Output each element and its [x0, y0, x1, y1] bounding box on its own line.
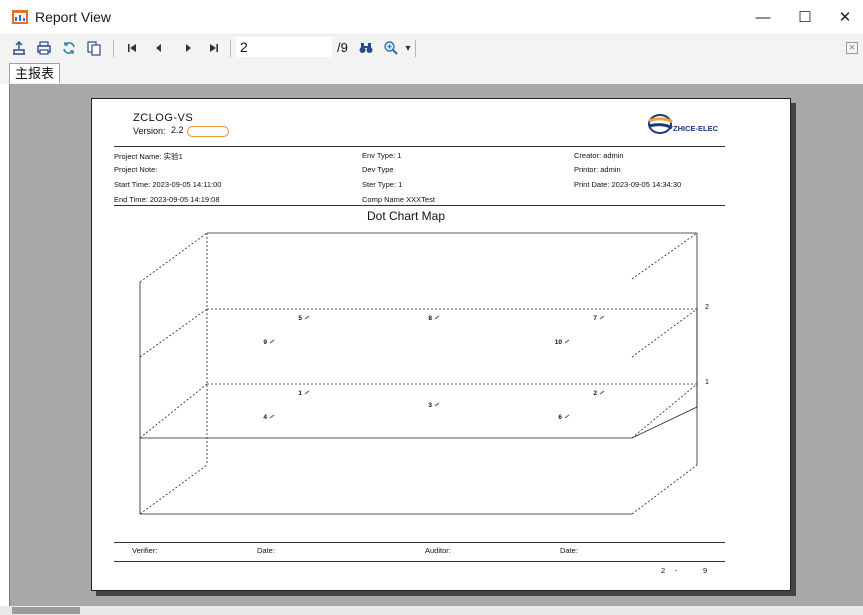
dot-chart: 2 1 5 8 7 9 10 1 3 2 4 6: [139, 232, 709, 515]
chart-depth-diagonal: [631, 308, 698, 358]
layer-label: 2: [705, 304, 709, 311]
minimize-button[interactable]: —: [740, 0, 786, 34]
zoom-icon[interactable]: [382, 39, 400, 57]
data-point-marker: [564, 414, 570, 419]
chart-depth-diagonal: [139, 383, 208, 439]
chart-depth-diagonal: [631, 232, 698, 280]
data-point-marker: [269, 414, 275, 419]
point-label: 1: [298, 390, 302, 397]
chart-floor-right-diagonal: [631, 406, 698, 439]
chart-title: Dot Chart Map: [367, 209, 446, 223]
logo-text: ZHICE-ELEC: [673, 124, 718, 133]
toolbar: /9 ▾ ✕: [0, 35, 863, 63]
start-time: Start Time: 2023-09-05 14:11:00: [114, 180, 222, 189]
project-note: Project Note:: [114, 165, 158, 174]
toolbar-separator: [230, 40, 231, 57]
report-page: ZCLOG-VS Version: 2.2 ZHICE-ELEC Project…: [91, 98, 791, 591]
page-total: /9: [337, 40, 348, 55]
last-page-icon[interactable]: [205, 39, 223, 57]
page-dash: -: [675, 566, 678, 575]
data-point-marker: [564, 339, 570, 344]
chart-depth-diagonal: [631, 383, 698, 439]
point-label: 8: [428, 315, 432, 322]
meta-divider: [114, 205, 725, 206]
data-point-marker: [434, 315, 440, 320]
chart-depth-diagonal: [139, 464, 208, 515]
ster-type: Ster Type: 1: [362, 180, 403, 189]
report-title: ZCLOG-VS: [133, 112, 194, 124]
tab-main-report[interactable]: 主报表: [9, 63, 61, 83]
auditor-label: Auditor:: [425, 546, 451, 555]
project-name: Project Name: 实验1: [114, 152, 183, 161]
verifier-label: Verifier:: [132, 546, 158, 555]
end-time: End Time: 2023-09-05 14:19:08: [114, 195, 220, 204]
date-label-2: Date:: [560, 546, 578, 555]
close-button[interactable]: ✕: [822, 0, 863, 34]
report-app-icon: [12, 10, 28, 24]
footer-top-divider: [114, 542, 725, 543]
print-date: Print Date: 2023-09-05 14:34:30: [574, 180, 682, 189]
window-title: Report View: [35, 9, 112, 25]
printor: Printor: admin: [574, 165, 621, 174]
next-page-icon[interactable]: [179, 39, 197, 57]
env-type: Env Type: 1: [362, 151, 402, 160]
title-bar: Report View — ☐ ✕: [0, 0, 863, 35]
point-label: 6: [558, 414, 562, 421]
data-point-marker: [304, 390, 310, 395]
page-number-input[interactable]: [236, 37, 332, 57]
horizontal-scroll-thumb[interactable]: [12, 607, 80, 614]
version-label: Version:: [133, 126, 166, 136]
page-total-footer: 9: [703, 566, 708, 575]
data-point-marker: [269, 339, 275, 344]
version-badge: [187, 126, 229, 137]
version-value: 2.2: [171, 125, 184, 135]
comp-name: Comp Name XXXTest: [362, 195, 435, 204]
header-divider: [114, 146, 725, 147]
data-point-marker: [304, 315, 310, 320]
chart-depth-diagonal: [139, 308, 208, 358]
point-label: 9: [263, 339, 267, 346]
point-label: 7: [593, 315, 597, 322]
point-label: 2: [593, 390, 597, 397]
dev-type: Dev Type: [362, 165, 394, 174]
toolbar-separator: [415, 40, 416, 57]
export-icon[interactable]: [10, 39, 28, 57]
chart-depth-diagonal: [139, 232, 208, 283]
tab-strip: 主报表: [0, 62, 863, 84]
date-label-1: Date:: [257, 546, 275, 555]
first-page-icon[interactable]: [123, 39, 141, 57]
data-point-marker: [599, 315, 605, 320]
page-setup-icon[interactable]: [85, 39, 103, 57]
creator: Creator: admin: [574, 151, 624, 160]
point-label: 3: [428, 402, 432, 409]
print-icon[interactable]: [35, 39, 53, 57]
point-label: 10: [555, 339, 563, 346]
prev-page-icon[interactable]: [150, 39, 168, 57]
layer-label: 1: [705, 379, 709, 386]
data-point-marker: [434, 402, 440, 407]
data-point-marker: [599, 390, 605, 395]
point-label: 4: [263, 414, 267, 421]
toolbar-close-icon[interactable]: ✕: [846, 42, 858, 54]
page-current: 2: [661, 566, 666, 575]
toolbar-separator: [113, 40, 114, 57]
refresh-icon[interactable]: [60, 39, 78, 57]
find-icon[interactable]: [357, 39, 375, 57]
footer-bottom-divider: [114, 561, 725, 562]
point-label: 5: [298, 315, 302, 322]
chart-depth-diagonal: [631, 464, 698, 515]
horizontal-scrollbar[interactable]: [0, 606, 863, 615]
